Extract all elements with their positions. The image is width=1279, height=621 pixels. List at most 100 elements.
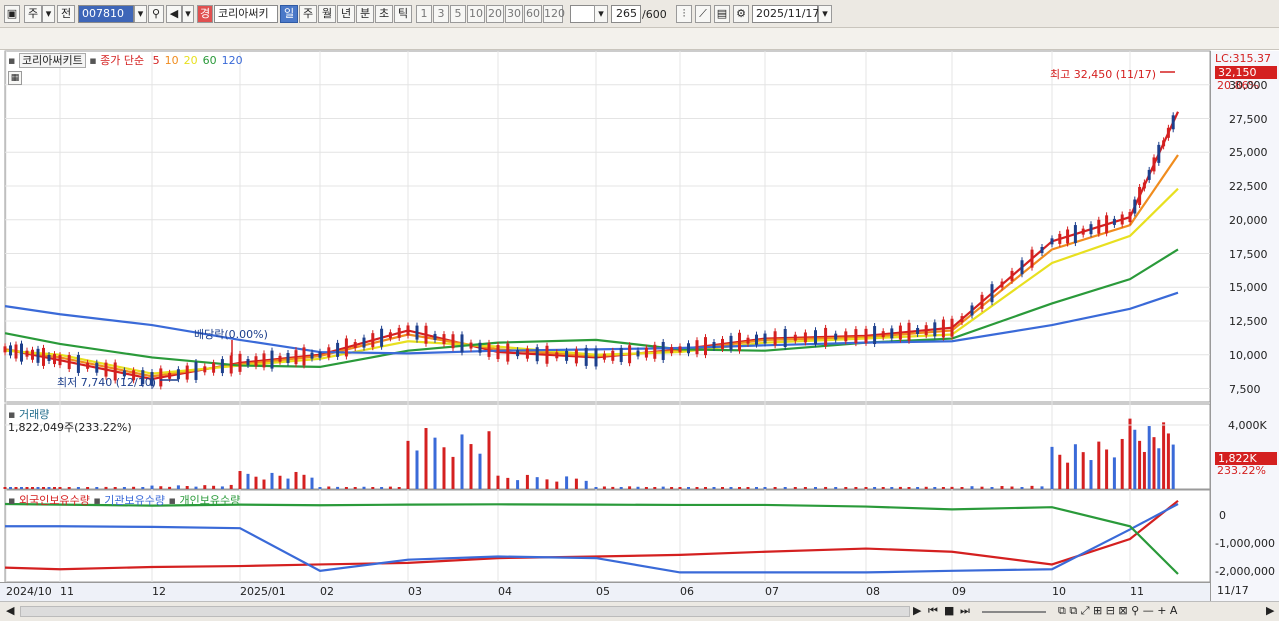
volume-bar xyxy=(1152,437,1156,489)
period-1[interactable]: 주 xyxy=(299,5,317,23)
chevron-down-icon[interactable]: ▾ xyxy=(182,5,194,23)
stop-icon[interactable]: ■ xyxy=(944,604,954,617)
interval-20[interactable]: 20 xyxy=(486,5,504,23)
chart-area[interactable] xyxy=(0,0,1279,621)
volume-bar xyxy=(636,486,640,489)
interval-120[interactable]: 120 xyxy=(543,5,565,23)
first-icon[interactable]: ⏮ xyxy=(928,604,938,618)
candle xyxy=(362,337,366,348)
candle xyxy=(746,337,750,344)
volume-bar xyxy=(1112,457,1116,489)
calendar-icon[interactable]: ▦ xyxy=(8,71,22,85)
candle xyxy=(278,355,282,362)
candle xyxy=(220,359,224,374)
volume-bar xyxy=(1157,448,1161,489)
prev-button[interactable]: 전 xyxy=(57,5,75,23)
interval-5[interactable]: 5 xyxy=(450,5,466,23)
scroll-end-icon[interactable]: ▶ xyxy=(1266,604,1274,617)
period-2[interactable]: 월 xyxy=(318,5,336,23)
low-value: 29,000 xyxy=(694,60,733,73)
eval-button[interactable]: 평 xyxy=(817,57,837,76)
trend-icon[interactable]: ⟋ xyxy=(695,5,711,23)
volume-bar xyxy=(687,487,690,489)
sell-button[interactable]: 매도 xyxy=(778,57,810,76)
candle xyxy=(254,356,258,367)
volume-bar xyxy=(1120,438,1124,489)
date-axis[interactable]: 2024/10 11 12 2025/01 02 03 04 05 06 07 08 09 10 11 xyxy=(0,582,1210,601)
volume-bar xyxy=(960,487,964,489)
period-3[interactable]: 년 xyxy=(337,5,355,23)
volume-bar xyxy=(602,486,606,489)
series-institution: 기관보유수량 xyxy=(104,494,166,507)
date-field[interactable]: 2025/11/17 xyxy=(752,5,819,23)
candle xyxy=(924,325,928,336)
code-input[interactable]: 007810 xyxy=(78,5,134,23)
volume-bar xyxy=(150,485,154,489)
xaxis-label: 03 xyxy=(408,585,422,598)
candle xyxy=(763,333,767,344)
interval-60[interactable]: 60 xyxy=(524,5,542,23)
count-field[interactable]: 265 xyxy=(611,5,641,23)
candle xyxy=(86,362,90,369)
stock-name-field[interactable]: 코리아써키 xyxy=(214,5,278,23)
candle xyxy=(310,352,314,359)
count-total: /600 xyxy=(642,8,667,21)
period-4[interactable]: 분 xyxy=(356,5,374,23)
volume-bar xyxy=(67,487,71,489)
candle xyxy=(176,369,180,380)
candle xyxy=(907,322,911,341)
candle xyxy=(619,348,623,363)
volume-bar xyxy=(278,475,282,489)
volume-bar xyxy=(122,487,126,489)
search-icon[interactable]: ⚲ xyxy=(148,5,164,23)
gear-icon[interactable]: ⚙ xyxy=(733,5,749,23)
volume-bar xyxy=(653,487,657,489)
candle xyxy=(1105,215,1109,234)
volume-bar xyxy=(36,487,40,489)
candle xyxy=(415,325,419,340)
volume-bar xyxy=(104,486,108,489)
period-6[interactable]: 틱 xyxy=(394,5,412,23)
scroll-track[interactable] xyxy=(20,606,910,617)
candle xyxy=(53,354,56,365)
interval-10[interactable]: 10 xyxy=(467,5,485,23)
volume-bar xyxy=(1089,460,1093,489)
buy-button[interactable]: 매수 xyxy=(740,57,772,76)
tool-icons[interactable]: ⧉ ⧉ ⤢ ⊞ ⊟ ⊠ ⚲ — + A xyxy=(1058,604,1177,618)
chevron-down-icon[interactable]: ▾ xyxy=(594,5,608,23)
volume-bar xyxy=(881,487,885,489)
scroll-left-icon[interactable]: ◀ xyxy=(6,604,14,617)
chevron-down-icon[interactable]: ▾ xyxy=(818,5,832,23)
price-axis[interactable]: LC:315.37 32,150 20.86% 30,000 27,500 25,0… xyxy=(1210,51,1279,601)
play-icon[interactable]: ⏭ xyxy=(960,604,970,618)
chevron-down-icon[interactable]: ▾ xyxy=(42,5,55,23)
volume-bar xyxy=(141,487,145,489)
interval-3[interactable]: 3 xyxy=(433,5,449,23)
volume-bar xyxy=(783,487,787,489)
xaxis-label: 07 xyxy=(765,585,779,598)
scroll-right-icon[interactable]: ▶ xyxy=(913,604,921,617)
chevron-down-icon[interactable]: ▾ xyxy=(134,5,147,23)
volume-bar xyxy=(755,487,758,489)
scroll-bar[interactable]: ◀ ▶ ⏮ ■ ⏭ ⧉ ⧉ ⤢ ⊞ ⊟ ⊠ ⚲ — + A ▶ xyxy=(0,601,1279,621)
candle-icon[interactable]: ⫶ xyxy=(676,5,692,23)
volume-bar xyxy=(661,486,665,489)
volume-bar xyxy=(220,486,224,489)
speaker-icon[interactable]: ◀ xyxy=(166,5,182,23)
window-icon[interactable]: ▣ xyxy=(4,5,20,23)
mode-badge[interactable]: 경 xyxy=(197,5,213,23)
volume-bar xyxy=(970,486,974,489)
holdings-tick: -2,000,000 xyxy=(1215,565,1275,578)
interval-30[interactable]: 30 xyxy=(505,5,523,23)
zoom-slider[interactable] xyxy=(982,611,1046,613)
volume-bar xyxy=(803,487,807,489)
interval-1[interactable]: 1 xyxy=(416,5,432,23)
candle xyxy=(670,347,674,354)
save-icon[interactable]: ▤ xyxy=(714,5,730,23)
volume-bar xyxy=(619,487,623,489)
type-select[interactable]: 주 xyxy=(24,5,42,23)
candle xyxy=(773,331,777,346)
period-0[interactable]: 일 xyxy=(280,5,298,23)
xaxis-label: 02 xyxy=(320,585,334,598)
period-5[interactable]: 초 xyxy=(375,5,393,23)
